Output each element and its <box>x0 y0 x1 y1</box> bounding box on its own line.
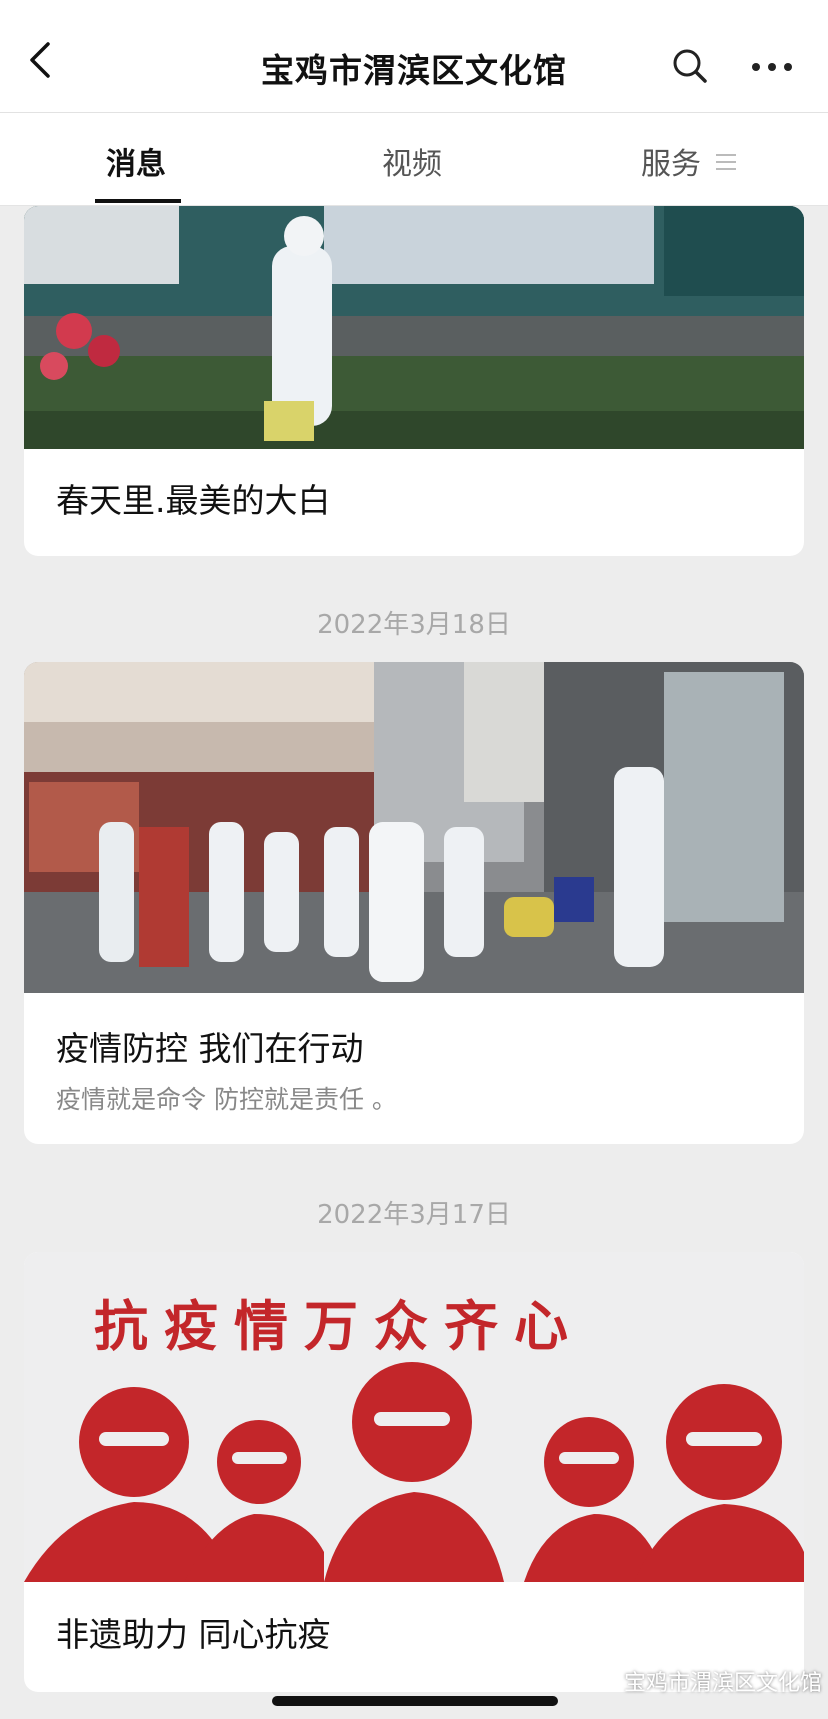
article-headline: 春天里.最美的大白 <box>56 481 331 520</box>
watermark-text: 宝鸡市渭滨区文化馆 <box>624 1671 823 1696</box>
article-subtitle: 疫情就是命令 防控就是责任 。 <box>56 1085 397 1114</box>
tab-videos[interactable]: 视频 <box>382 139 442 183</box>
article-card[interactable]: 抗疫情万众齐心 非遗助力 同心抗疫 <box>24 1252 804 1692</box>
home-indicator <box>272 1696 558 1706</box>
article-headline: 非遗助力 同心抗疫 <box>56 1615 331 1654</box>
search-icon <box>673 49 707 83</box>
article-card[interactable]: 疫情防控 我们在行动 疫情就是命令 防控就是责任 。 <box>24 662 804 1144</box>
article-image <box>24 662 804 993</box>
top-bar: 宝鸡市渭滨区文化馆 <box>0 0 828 113</box>
wechat-icon <box>587 1670 616 1690</box>
active-tab-indicator <box>95 199 181 203</box>
date-label: 2022年3月18日 <box>317 610 511 640</box>
tab-bar: 消息 视频 服务 <box>0 113 828 206</box>
tab-messages[interactable]: 消息 <box>106 139 166 183</box>
article-headline: 疫情防控 我们在行动 <box>56 1029 364 1068</box>
article-image <box>24 206 804 449</box>
menu-lines-icon <box>716 154 736 170</box>
tab-services[interactable]: 服务 <box>641 139 701 183</box>
more-button[interactable] <box>748 52 796 82</box>
article-image: 抗疫情万众齐心 <box>24 1252 804 1582</box>
date-label: 2022年3月17日 <box>317 1200 511 1230</box>
article-card[interactable]: 春天里.最美的大白 <box>24 206 804 556</box>
more-dots-icon <box>752 63 792 71</box>
search-button[interactable] <box>670 46 710 86</box>
